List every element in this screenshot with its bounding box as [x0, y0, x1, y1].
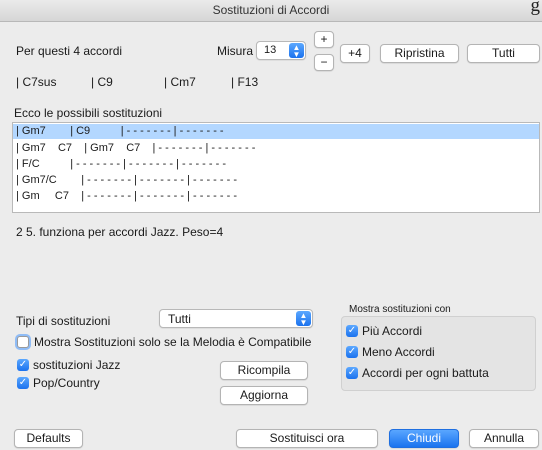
substitute-now-button[interactable]: Sostituisci ora: [236, 429, 378, 448]
list-item[interactable]: | Gm C7 | - - - - - - - | - - - - - - - …: [13, 189, 539, 204]
types-selected-value: Tutti: [168, 312, 191, 326]
window-title: Sostituzioni di Accordi: [212, 3, 330, 17]
pop-country-checkbox[interactable]: ✓: [17, 377, 29, 389]
list-item[interactable]: | F/C | - - - - - - - | - - - - - - - | …: [13, 157, 539, 172]
list-item[interactable]: | Gm7 | C9 | - - - - - - - | - - - - - -…: [13, 124, 539, 139]
fewer-chords-label: Meno Accordi: [362, 345, 435, 359]
melody-only-checkbox[interactable]: [17, 336, 29, 348]
jazz-checkbox[interactable]: ✓: [17, 359, 29, 371]
updown-icon: ▲ ▼: [296, 311, 311, 327]
chord-4: | F13: [231, 75, 259, 89]
defaults-button[interactable]: Defaults: [14, 429, 83, 448]
per-bar-chords-checkbox[interactable]: ✓: [346, 367, 358, 379]
substitutions-list[interactable]: | Gm7 | C9 | - - - - - - - | - - - - - -…: [12, 122, 540, 213]
chord-1: | C7sus: [16, 75, 57, 89]
types-select[interactable]: Tutti ▲ ▼: [159, 309, 313, 328]
show-group-title: Mostra sostituzioni con: [349, 304, 451, 315]
plus4-button[interactable]: +4: [340, 44, 370, 63]
types-label: Tipi di sostituzioni: [16, 314, 111, 328]
close-button[interactable]: Chiudi: [389, 429, 459, 448]
corner-glyph: g: [530, 0, 541, 16]
list-item[interactable]: | Gm7/C | - - - - - - - | - - - - - - - …: [13, 173, 539, 188]
cancel-button[interactable]: Annulla: [469, 429, 539, 448]
ripristina-button[interactable]: Ripristina: [380, 44, 459, 63]
ricompila-button[interactable]: Ricompila: [220, 361, 308, 380]
more-chords-checkbox[interactable]: ✓: [346, 325, 358, 337]
chord-3: | Cm7: [164, 75, 196, 89]
jazz-label: sostituzioni Jazz: [33, 358, 121, 372]
list-item[interactable]: | Gm7 C7 | Gm7 C7 | - - - - - - - | - - …: [13, 141, 539, 156]
measure-select[interactable]: 13 ▲ ▼: [256, 41, 306, 60]
pop-country-label: Pop/Country: [33, 376, 100, 390]
measure-value: 13: [264, 44, 277, 56]
chords-count-label: Per questi 4 accordi: [16, 44, 123, 58]
substitution-description: 2 5. funziona per accordi Jazz. Peso=4: [16, 225, 224, 239]
list-title: Ecco le possibili sostituzioni: [14, 106, 163, 120]
updown-icon: ▲ ▼: [289, 43, 304, 59]
fewer-chords-checkbox[interactable]: ✓: [346, 346, 358, 358]
measure-label: Misura: [217, 44, 254, 58]
per-bar-chords-label: Accordi per ogni battuta: [362, 366, 489, 380]
melody-only-label: Mostra Sostituzioni solo se la Melodia è…: [34, 335, 312, 349]
chord-2: | C9: [91, 75, 113, 89]
measure-decrement-button[interactable]: −: [314, 54, 334, 71]
aggiorna-button[interactable]: Aggiorna: [220, 386, 308, 405]
more-chords-label: Più Accordi: [362, 324, 423, 338]
tutti-button[interactable]: Tutti: [467, 44, 540, 63]
window-title-bar: Sostituzioni di Accordi: [0, 0, 542, 22]
measure-increment-button[interactable]: +: [314, 31, 334, 48]
